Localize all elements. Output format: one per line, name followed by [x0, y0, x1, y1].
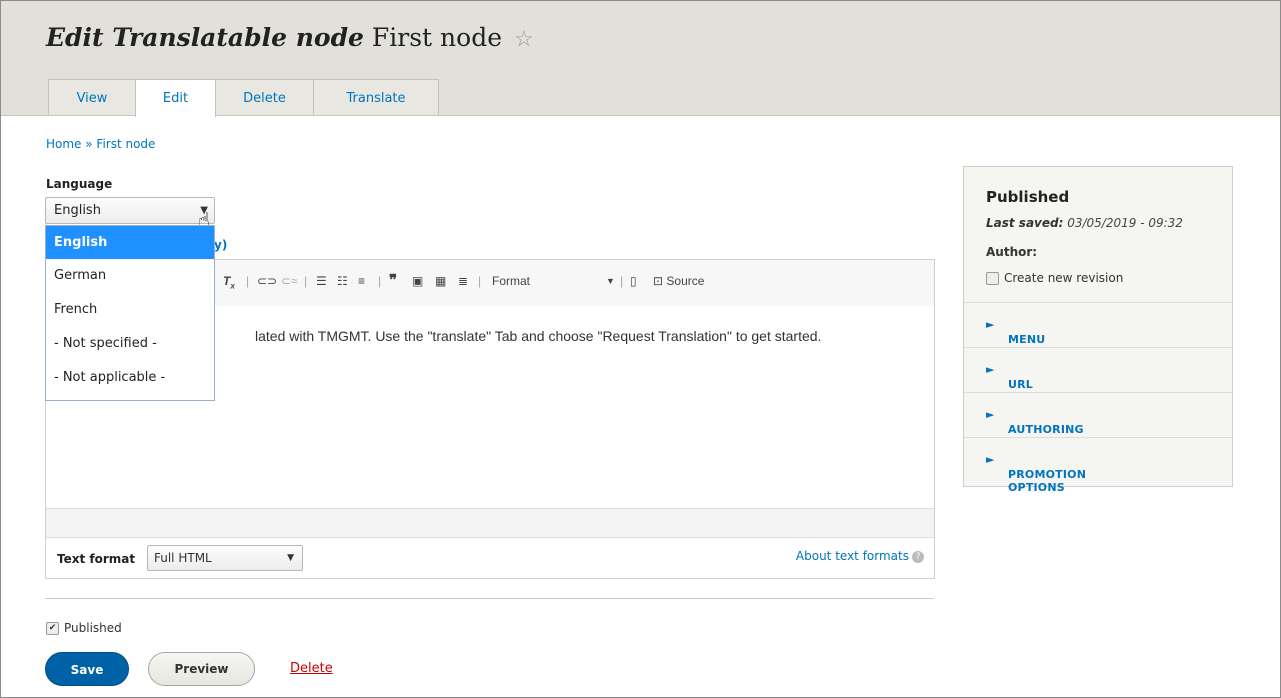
language-option-not-applicable[interactable]: - Not applicable - [46, 361, 214, 395]
tab-view[interactable]: View [48, 79, 136, 115]
text-format-select[interactable]: Full HTML ▼ [147, 545, 303, 571]
meta-sidebar: Published Last saved: 03/05/2019 - 09:32… [963, 166, 1233, 494]
save-button[interactable]: Save [45, 652, 129, 686]
sidebar-status-panel: Published Last saved: 03/05/2019 - 09:32… [964, 167, 1232, 303]
section-authoring-label: ► AUTHORING INFORMATION [986, 408, 1097, 449]
show-blocks-icon[interactable]: ▯ [630, 274, 637, 288]
help-icon: ? [912, 550, 924, 563]
toolbar-separator: | [246, 274, 250, 288]
tab-delete[interactable]: Delete [215, 79, 314, 115]
language-select[interactable]: English ▼ [45, 197, 215, 224]
chevron-down-icon[interactable]: ▼ [606, 276, 615, 286]
page-header: Edit Translatable node First node ☆ View… [1, 1, 1280, 117]
section-promotion-label: ► PROMOTION OPTIONS [986, 453, 1087, 494]
language-dropdown-list: English German French - Not specified - … [45, 225, 215, 401]
numbered-list-icon[interactable]: ☷ [337, 274, 348, 288]
language-option-not-specified[interactable]: - Not specified - [46, 327, 214, 361]
tab-translate[interactable]: Translate [313, 79, 439, 115]
editor-statusbar [46, 509, 934, 538]
section-promotion-options[interactable]: ► PROMOTION OPTIONS [964, 438, 1232, 494]
section-url-alias[interactable]: ► URL ALIAS [964, 348, 1232, 404]
section-authoring-information[interactable]: ► AUTHORING INFORMATION [964, 393, 1232, 449]
delete-link[interactable]: Delete [290, 661, 333, 676]
preview-button[interactable]: Preview [148, 652, 255, 686]
language-option-german[interactable]: German [46, 259, 214, 293]
language-option-english[interactable]: English [46, 226, 214, 259]
horizontal-line-icon[interactable]: ≣ [458, 274, 468, 288]
toolbar-separator: | [620, 274, 624, 288]
section-menu-settings[interactable]: ► MENU SETTINGS [964, 303, 1232, 359]
checkbox-checked-icon[interactable]: ✔ [46, 622, 59, 635]
source-button[interactable]: ⊡ Source [653, 274, 704, 288]
body-text: lated with TMGMT. Use the "translate" Ta… [255, 328, 822, 344]
toolbar-separator: | [378, 274, 382, 288]
language-label: Language [46, 177, 113, 191]
title-content-type: Edit Translatable node [46, 23, 364, 52]
language-selected-value: English [54, 203, 101, 218]
author-label: Author: [986, 245, 1038, 259]
published-label: Published [64, 621, 122, 635]
text-format-label: Text format [57, 552, 136, 566]
section-menu-settings-label: ► MENU SETTINGS [986, 318, 1070, 359]
toolbar-separator: | [304, 274, 308, 288]
last-saved-value: 03/05/2019 - 09:32 [1067, 216, 1183, 230]
published-checkbox[interactable]: ✔ Published [46, 621, 122, 635]
link-icon[interactable]: ⊂⊃ [257, 274, 277, 288]
about-text-formats-link[interactable]: About text formats? [796, 549, 924, 563]
checkbox-unchecked-icon[interactable] [986, 272, 999, 285]
toolbar-separator: | [478, 274, 482, 288]
breadcrumb[interactable]: Home » First node [46, 137, 155, 151]
title-node-name: First node [371, 23, 502, 52]
section-url-alias-label: ► URL ALIAS [986, 363, 1045, 404]
last-saved: Last saved: 03/05/2019 - 09:32 [986, 216, 1183, 230]
page-title: Edit Translatable node First node ☆ [46, 23, 534, 52]
remove-format-icon[interactable]: Tx [223, 274, 235, 290]
primary-tabs: View Edit Delete Translate [48, 79, 439, 117]
blockquote-icon[interactable]: ❞ [389, 271, 397, 289]
about-text-formats-label: About text formats [795, 549, 909, 563]
source-label: Source [666, 274, 705, 288]
sidebar-status: Published [986, 188, 1070, 206]
last-saved-label: Last saved: [986, 216, 1064, 230]
unlink-icon[interactable]: ⊂≈ [281, 274, 298, 288]
table-icon[interactable]: ▦ [435, 274, 446, 288]
format-dropdown[interactable]: Format [492, 274, 530, 288]
image-icon[interactable]: ▣ [412, 274, 423, 288]
star-icon[interactable]: ☆ [514, 27, 534, 52]
align-icon[interactable]: ≡ [358, 274, 365, 288]
new-revision-label: Create new revision [1004, 271, 1124, 285]
text-format-selected: Full HTML [154, 551, 212, 565]
bulleted-list-icon[interactable]: ☰ [316, 274, 327, 288]
tab-edit[interactable]: Edit [135, 79, 216, 117]
text-format-row: Text format Full HTML ▼ About text forma… [46, 538, 934, 578]
chevron-down-icon: ▼ [287, 553, 294, 563]
language-option-french[interactable]: French [46, 293, 214, 327]
section-title: PROMOTION OPTIONS [1008, 468, 1087, 494]
divider [45, 598, 934, 599]
new-revision-checkbox[interactable]: Create new revision [986, 271, 1123, 285]
